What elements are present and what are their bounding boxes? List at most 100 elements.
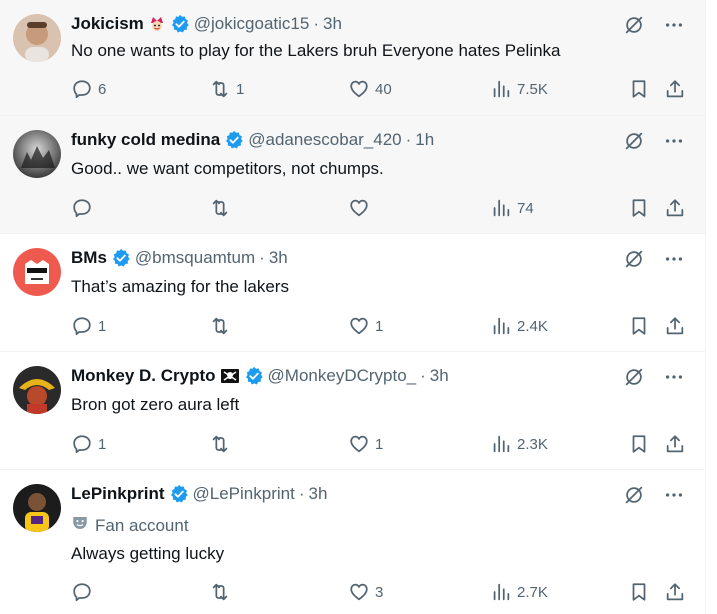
heart-icon (348, 581, 370, 603)
display-name[interactable]: Jokicism (71, 13, 144, 35)
bookmark-button[interactable] (628, 77, 650, 101)
timestamp[interactable]: 3h (430, 365, 449, 387)
tweet-header: funky cold medina @adanescobar_420 · 1h (71, 129, 434, 151)
timestamp[interactable]: 1h (415, 129, 434, 151)
avatar[interactable] (13, 130, 61, 178)
tweet-header: BMs @bmsquamtum · 3h (71, 247, 288, 269)
retweet-icon (209, 197, 231, 219)
avatar[interactable] (13, 248, 61, 296)
timestamp[interactable]: 3h (309, 483, 328, 505)
reply-button[interactable] (71, 196, 98, 220)
more-options-icon[interactable] (663, 484, 685, 506)
share-button[interactable] (664, 580, 686, 604)
timestamp[interactable]: 3h (323, 13, 342, 35)
reply-count: 1 (98, 317, 107, 335)
verified-badge-icon (224, 130, 244, 150)
like-button[interactable]: 3 (348, 580, 383, 604)
view-count: 2.4K (517, 317, 548, 335)
avatar[interactable] (13, 366, 61, 414)
heart-icon (348, 78, 370, 100)
bookmark-button[interactable] (628, 432, 650, 456)
retweet-button[interactable]: 1 (209, 77, 244, 101)
tweet[interactable]: Jokicism @jokicgoatic15 · 3h No one want… (0, 0, 705, 116)
grok-icon[interactable] (623, 366, 645, 388)
timestamp[interactable]: 3h (269, 247, 288, 269)
share-button[interactable] (664, 196, 686, 220)
views-chart-icon (490, 315, 512, 337)
views-chart-icon (490, 581, 512, 603)
views-chart-icon (490, 78, 512, 100)
more-options-icon[interactable] (663, 366, 685, 388)
bookmark-icon (628, 78, 650, 100)
share-button[interactable] (664, 314, 686, 338)
joker-emoji-icon (148, 15, 166, 33)
pirate-flag-icon (220, 367, 240, 385)
bookmark-button[interactable] (628, 196, 650, 220)
views-button[interactable]: 2.3K (490, 432, 548, 456)
tweet-actions: 6 1 40 7.5K (0, 77, 705, 101)
more-options-icon[interactable] (663, 14, 685, 36)
display-name[interactable]: BMs (71, 247, 107, 269)
views-button[interactable]: 7.5K (490, 77, 548, 101)
like-button[interactable] (348, 196, 375, 220)
reply-button[interactable] (71, 580, 98, 604)
bookmark-button[interactable] (628, 314, 650, 338)
user-handle[interactable]: @jokicgoatic15 (194, 13, 310, 35)
grok-icon[interactable] (623, 130, 645, 152)
more-options-icon[interactable] (663, 130, 685, 152)
avatar[interactable] (13, 484, 61, 532)
bookmark-button[interactable] (628, 580, 650, 604)
tweet-header: Jokicism @jokicgoatic15 · 3h (71, 13, 342, 35)
tweet[interactable]: LePinkprint @LePinkprint · 3h Fan accoun… (0, 470, 705, 614)
grok-icon[interactable] (623, 14, 645, 36)
reply-count: 1 (98, 435, 107, 453)
fan-account-text: Fan account (95, 515, 189, 535)
view-count: 74 (517, 199, 534, 217)
grok-icon[interactable] (623, 248, 645, 270)
share-icon (664, 315, 686, 337)
tweet-top-actions (623, 248, 685, 270)
share-icon (664, 197, 686, 219)
retweet-icon (209, 433, 231, 455)
retweet-icon (209, 78, 231, 100)
like-count: 1 (375, 435, 384, 453)
separator-dot: · (298, 484, 305, 503)
display-name[interactable]: LePinkprint (71, 483, 165, 505)
retweet-button[interactable] (209, 432, 236, 456)
reply-icon (71, 78, 93, 100)
retweet-button[interactable] (209, 580, 236, 604)
reply-button[interactable]: 1 (71, 314, 106, 338)
views-button[interactable]: 2.7K (490, 580, 548, 604)
like-button[interactable]: 40 (348, 77, 392, 101)
share-icon (664, 433, 686, 455)
display-name[interactable]: funky cold medina (71, 129, 220, 151)
grok-icon[interactable] (623, 484, 645, 506)
fan-account-label: Fan account (71, 514, 189, 537)
share-button[interactable] (664, 77, 686, 101)
like-button[interactable]: 1 (348, 432, 383, 456)
tweet-top-actions (623, 366, 685, 388)
user-handle[interactable]: @adanescobar_420 (248, 129, 401, 151)
bookmark-icon (628, 315, 650, 337)
tweet[interactable]: funky cold medina @adanescobar_420 · 1h … (0, 116, 705, 234)
display-name[interactable]: Monkey D. Crypto (71, 365, 216, 387)
user-handle[interactable]: @bmsquamtum (135, 247, 255, 269)
user-handle[interactable]: @MonkeyDCrypto_ (268, 365, 417, 387)
like-button[interactable]: 1 (348, 314, 383, 338)
share-button[interactable] (664, 432, 686, 456)
reply-button[interactable]: 6 (71, 77, 106, 101)
tweet-header: Monkey D. Crypto @MonkeyDCrypto_ · 3h (71, 365, 449, 387)
reply-button[interactable]: 1 (71, 432, 106, 456)
more-options-icon[interactable] (663, 248, 685, 270)
avatar[interactable] (13, 14, 61, 62)
views-button[interactable]: 74 (490, 196, 534, 220)
separator-dot: · (405, 130, 412, 149)
tweet-top-actions (623, 14, 685, 36)
retweet-button[interactable] (209, 314, 236, 338)
views-button[interactable]: 2.4K (490, 314, 548, 338)
view-count: 2.7K (517, 583, 548, 601)
tweet[interactable]: BMs @bmsquamtum · 3h That’s amazing for … (0, 234, 705, 352)
tweet[interactable]: Monkey D. Crypto @MonkeyDCrypto_ · 3h Br… (0, 352, 705, 470)
retweet-button[interactable] (209, 196, 236, 220)
user-handle[interactable]: @LePinkprint (193, 483, 295, 505)
